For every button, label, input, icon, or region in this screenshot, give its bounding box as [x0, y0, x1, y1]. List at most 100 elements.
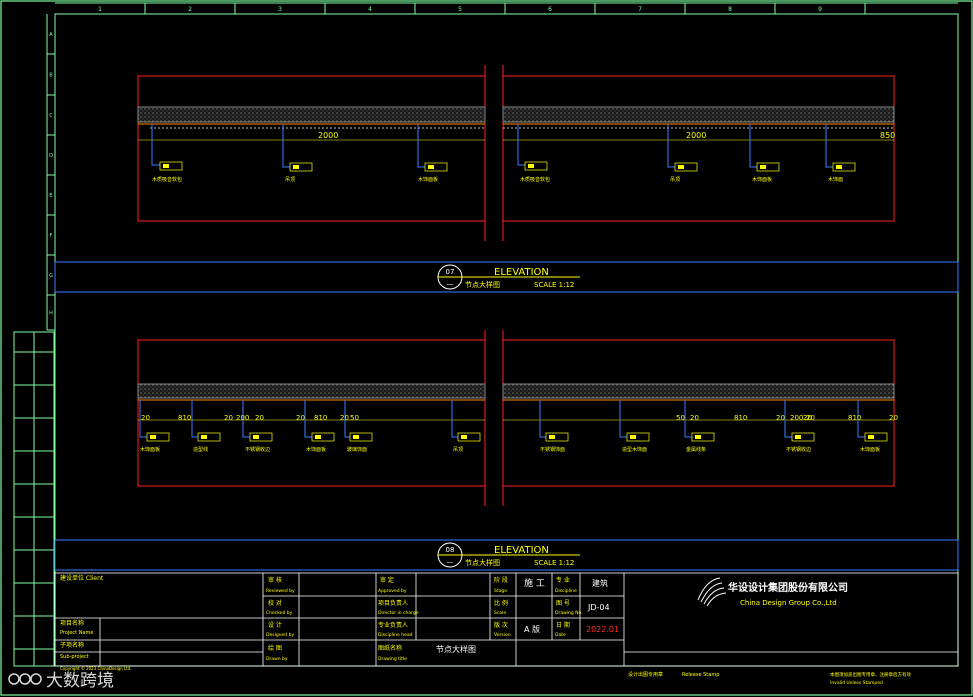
label-07-5: 吊顶: [670, 177, 680, 183]
project-label: 项目名称: [60, 619, 84, 627]
dim-08-4: 200: [236, 414, 249, 422]
tag-07-mark-6: [760, 165, 766, 169]
version-label-en: Version: [494, 632, 511, 638]
elevation-subtitle-07: 节点大样图: [465, 280, 500, 289]
tag-08-mark-11: [868, 435, 874, 439]
watermark-text: 大数跨境: [46, 671, 114, 691]
label-08-10: 不锈钢收边: [786, 446, 811, 453]
project-label-en: Project Name: [60, 630, 93, 636]
company-name-en: China Design Group Co.,Ltd: [740, 599, 837, 607]
dim-08-11: 20: [690, 414, 699, 422]
label-07-2: 吊顶: [285, 177, 295, 183]
scale-label-en: Scale: [494, 610, 506, 616]
dim-08-17: 810: [848, 414, 861, 422]
date-value: 2022.01: [586, 625, 619, 634]
elevation-08: 20 810 20 200 20 20 810 20 50 50 20 810 20 200 2020 810…: [137, 330, 898, 506]
elevation-title-07: ELEVATION: [494, 267, 549, 278]
dwg-no-label: 图 号: [556, 600, 570, 607]
svg-text:—: —: [447, 558, 454, 566]
designed-label: 设 计: [268, 621, 282, 629]
label-07-7: 木饰面: [828, 176, 843, 183]
tag-08-mark-7: [549, 435, 555, 439]
column-label-7: 7: [638, 6, 642, 13]
watermark-logo: [8, 673, 42, 685]
label-08-2: 造型线: [193, 446, 208, 453]
dim-08-14: 200: [790, 414, 803, 422]
tag-08-mark-2: [201, 435, 207, 439]
column-label-1: 1: [98, 6, 102, 13]
label-08-9: 金属线条: [686, 446, 706, 453]
tag-08-mark-3: [253, 435, 259, 439]
checked-label-en: Checked by: [266, 610, 293, 616]
tag-08-mark-6: [461, 435, 467, 439]
dim-07-3: 850: [880, 131, 895, 140]
row-label-F: F: [50, 233, 53, 239]
discipline-head-label: 专业负责人: [378, 621, 408, 629]
stage-label: 阶 段: [494, 576, 508, 584]
dim-08-18: 20: [889, 414, 898, 422]
drawing-number-08: 08: [446, 546, 455, 554]
company-name-cn: 华设设计集团股份有限公司: [728, 581, 848, 594]
dim-08-16: 20: [806, 414, 815, 422]
reviewed-label-en: Reviewed by: [266, 588, 295, 594]
title-band-08: 08 — ELEVATION 节点大样图 SCALE 1:12: [54, 539, 959, 571]
label-08-11: 木饰面板: [860, 446, 880, 453]
company-logo: [697, 577, 727, 607]
drawing-name: 节点大样图: [436, 644, 476, 654]
stage-value: 施 工: [524, 577, 545, 589]
tag-08-mark-5: [353, 435, 359, 439]
stamp-label: 设计出图专用章: [628, 671, 663, 678]
elevation-08-right-frame: [502, 339, 895, 487]
label-08-3: 不锈钢收边: [245, 446, 270, 453]
column-label-8: 8: [728, 6, 732, 13]
dim-08-10: 50: [676, 414, 685, 422]
elevation-subtitle-08: 节点大样图: [465, 558, 500, 567]
elevation-07-left-frame: [137, 75, 486, 222]
elevation-08-left-frame: [137, 339, 486, 487]
label-08-4: 木饰面板: [306, 446, 326, 453]
tag-08-mark-8: [630, 435, 636, 439]
client-label: 建设单位 Client: [60, 574, 104, 582]
title-band-07: 07 — ELEVATION 节点大样图 SCALE 1:12: [54, 261, 959, 293]
drawn-label: 绘 图: [268, 644, 282, 652]
discipline-value: 建筑: [592, 578, 608, 588]
elevation-title-08: ELEVATION: [494, 545, 549, 556]
row-label-E: E: [49, 193, 52, 199]
row-label-B: B: [49, 73, 53, 79]
version-value: A 版: [524, 624, 540, 634]
cad-drawing-canvas: 123456789 ABCDEFGH 2000 2000 850 木质吸音软包 …: [0, 0, 973, 696]
note-en: Invalid Unless Stamped: [830, 680, 883, 686]
elevation-07-right-frame: [502, 75, 895, 222]
label-08-7: 不锈钢饰面: [540, 446, 565, 453]
tag-07-mark-5: [678, 165, 684, 169]
dim-08-3: 20: [224, 414, 233, 422]
column-label-5: 5: [458, 6, 462, 13]
label-08-8: 造型木饰面: [622, 446, 647, 453]
dim-07-2: 2000: [686, 131, 706, 140]
tag-08-mark-1: [150, 435, 156, 439]
director-label-en: Director in charge: [378, 610, 419, 616]
dwg-no-label-en: Drawing No.: [555, 610, 583, 616]
label-07-6: 木饰面板: [752, 176, 772, 183]
scale-label: 比 例: [494, 599, 508, 607]
designed-label-en: Designed by: [266, 632, 294, 638]
row-grid: A B C D E F G H: [46, 14, 55, 331]
dim-08-2: 810: [178, 414, 191, 422]
tag-08-mark-9: [695, 435, 701, 439]
dim-08-13: 20: [776, 414, 785, 422]
label-07-4: 木质吸音软包: [520, 176, 550, 183]
row-label-G: G: [49, 273, 53, 279]
column-label-4: 4: [368, 6, 372, 13]
label-08-6: 吊顶: [453, 447, 463, 453]
dim-08-5: 20: [255, 414, 264, 422]
dim-08-12: 810: [734, 414, 747, 422]
dwg-no-value: JD-04: [587, 603, 610, 612]
tag-08-mark-10: [795, 435, 801, 439]
row-label-C: C: [49, 113, 53, 119]
stage-label-en: Stage: [494, 588, 507, 594]
tag-07-mark-7: [836, 165, 842, 169]
row-label-A: A: [49, 32, 53, 38]
tag-07-mark-2: [293, 165, 299, 169]
discipline-label: 专 业: [556, 576, 570, 584]
approved-label: 审 定: [380, 576, 394, 584]
